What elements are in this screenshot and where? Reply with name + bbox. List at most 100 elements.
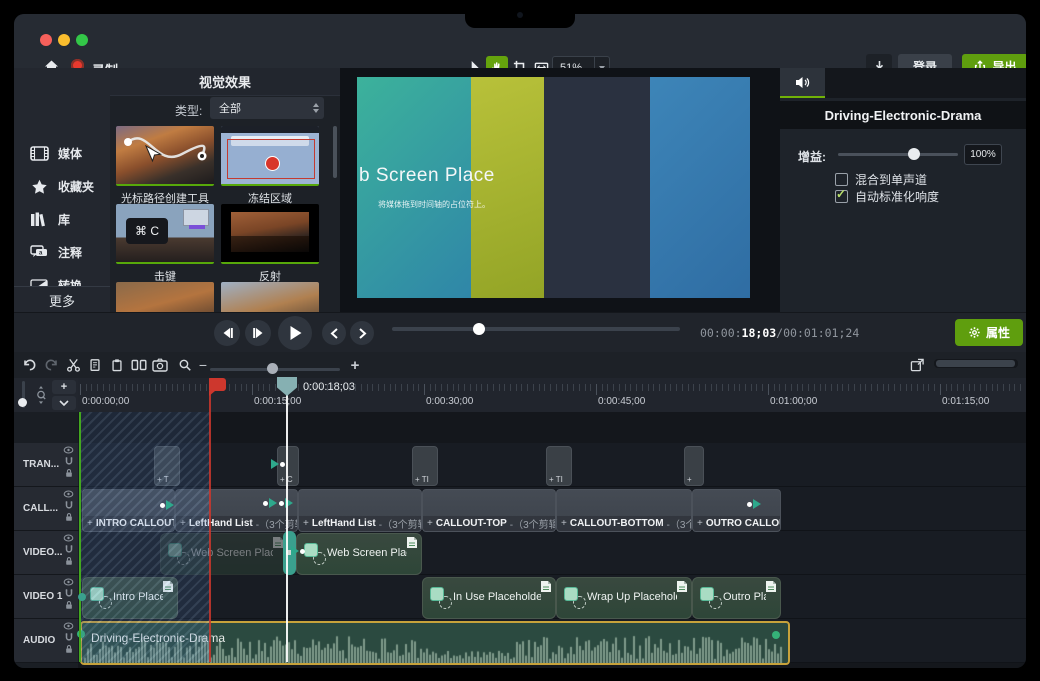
effects-scrollbar[interactable] [333, 126, 337, 178]
ruler-tick [722, 384, 723, 391]
auto-normalize-checkbox[interactable] [835, 190, 848, 203]
step-forward-button[interactable] [245, 320, 271, 346]
effect-card-reflection[interactable]: 反射 [221, 204, 319, 284]
ruler-tick [453, 384, 454, 391]
library-icon [29, 212, 49, 227]
scrubber-track[interactable] [392, 327, 680, 331]
document-icon [676, 580, 688, 593]
callout-clip[interactable]: +CALLOUT-TOP-（3个剪辑） [422, 489, 556, 532]
zoom-out-button[interactable]: − [194, 357, 212, 373]
next-clip-button[interactable] [350, 321, 374, 345]
ruler-tick [877, 384, 878, 391]
transition-placeholder-clip[interactable]: + TI [546, 446, 572, 486]
undo-button[interactable] [20, 357, 38, 373]
ruler-tick [567, 384, 568, 391]
placeholder-clip[interactable]: In Use Placeholder [422, 577, 556, 619]
ruler-tick [693, 384, 694, 391]
collapse-tracks-button[interactable] [52, 396, 76, 410]
paste-button[interactable] [108, 357, 126, 373]
add-track-button[interactable]: + [52, 380, 76, 394]
scrubber-handle[interactable] [473, 323, 485, 335]
minimize-window-button[interactable] [58, 34, 70, 46]
effect-card-freeze-region[interactable]: 冻结区域 [221, 126, 319, 206]
placeholder-clip[interactable]: Outro Plac [692, 577, 781, 619]
gain-slider-handle[interactable] [908, 148, 920, 160]
close-window-button[interactable] [40, 34, 52, 46]
keyframe-marker[interactable] [263, 498, 277, 508]
track-zoom-icon[interactable] [34, 386, 48, 404]
auto-normalize-label: 自动标准化响度 [855, 188, 939, 205]
screen-clip[interactable]: Web Screen Place [296, 533, 422, 575]
ruler-tick [401, 384, 402, 391]
copy-button[interactable] [86, 357, 104, 373]
gain-value-field[interactable]: 100% [964, 144, 1002, 165]
gain-slider[interactable] [838, 153, 958, 156]
keyframe-marker[interactable] [291, 546, 305, 556]
add-media-icon: + [303, 518, 309, 529]
effect-card-partial[interactable] [221, 282, 319, 312]
effect-card-partial[interactable] [116, 282, 214, 312]
transition-placeholder-clip[interactable]: + TI [412, 446, 438, 486]
timeline-zoom-button[interactable] [176, 357, 194, 373]
zoom-in-button[interactable]: + [346, 357, 364, 373]
step-back-button[interactable] [214, 320, 240, 346]
previous-clip-button[interactable] [322, 321, 346, 345]
marker-line [209, 378, 211, 662]
ruler-tick [779, 384, 780, 391]
ruler-tick [791, 384, 792, 391]
ruler-tick [659, 384, 660, 391]
type-filter-dropdown[interactable]: 全部 [210, 97, 324, 119]
properties-button[interactable]: 属性 [955, 319, 1023, 346]
ruler-time-label: 0:00:30;00 [426, 396, 473, 407]
timeline-zoom-handle[interactable] [267, 363, 278, 374]
redo-button[interactable] [42, 357, 60, 373]
callout-clip[interactable]: +CALLOUT-BOTTOM-（3个剪辑） [556, 489, 692, 532]
ruler-tick [590, 384, 591, 391]
tab-audio[interactable] [780, 68, 825, 98]
keyframe-marker[interactable] [160, 500, 174, 510]
track-height-handle[interactable] [18, 398, 27, 407]
timeline-marker-flag[interactable] [209, 378, 226, 391]
audio-gain-point[interactable] [772, 631, 780, 639]
ruler-tick [785, 384, 786, 391]
effect-card-keystroke[interactable]: ⌘ C 击键 [116, 204, 214, 284]
sidebar-more-button[interactable]: 更多 [14, 286, 110, 313]
detach-timeline-button[interactable] [908, 357, 926, 373]
sidebar-item-favorites[interactable]: 收藏夹 [14, 170, 110, 203]
placeholder-clip[interactable]: Wrap Up Placeholde [556, 577, 692, 619]
keyframe-marker[interactable] [747, 499, 761, 509]
ruler-tick [229, 384, 230, 391]
ruler-tick [235, 384, 236, 391]
menubar-graphic [221, 126, 319, 133]
split-cut-button[interactable] [64, 357, 82, 373]
keyframe-marker[interactable] [271, 459, 285, 469]
screenshot-button[interactable] [151, 357, 169, 373]
slide-subtitle-text: 将媒体拖到时间轴的占位符上。 [378, 199, 490, 210]
sidebar-item-media[interactable]: 媒体 [14, 137, 110, 170]
timeline-hscrollbar[interactable] [934, 359, 1018, 368]
ruler-tick [980, 384, 981, 391]
transition-placeholder-clip[interactable]: + [684, 446, 704, 486]
ruler-tick [430, 384, 431, 391]
ruler-tick [716, 384, 717, 391]
fullscreen-window-button[interactable] [76, 34, 88, 46]
callout-clip[interactable]: +OUTRO CALLOUT [692, 489, 781, 532]
preview-canvas[interactable]: b Screen Place 将媒体拖到时间轴的占位符上。 [340, 68, 780, 312]
play-button[interactable] [278, 316, 312, 350]
sidebar-item-library[interactable]: 库 [14, 203, 110, 236]
split-button[interactable] [130, 357, 148, 373]
mix-to-mono-label: 混合到单声道 [855, 171, 927, 188]
ruler-tick [172, 384, 173, 391]
clip-edge-point[interactable] [78, 593, 86, 601]
ruler-tick [1003, 384, 1004, 391]
effect-card-cursor-path[interactable]: 光标路径创建工具 [116, 126, 214, 206]
mix-to-mono-checkbox[interactable] [835, 173, 848, 186]
ruler-tick [820, 384, 821, 391]
ruler-tick [951, 384, 952, 391]
sidebar-item-annotations[interactable]: a 注释 [14, 236, 110, 269]
hscrollbar-thumb[interactable] [936, 360, 1015, 367]
ruler-tick [573, 384, 574, 391]
ruler-tick [636, 384, 637, 391]
callout-clip[interactable]: +LeftHand List-（3个剪辑） [298, 489, 422, 532]
undo-icon [22, 358, 37, 373]
